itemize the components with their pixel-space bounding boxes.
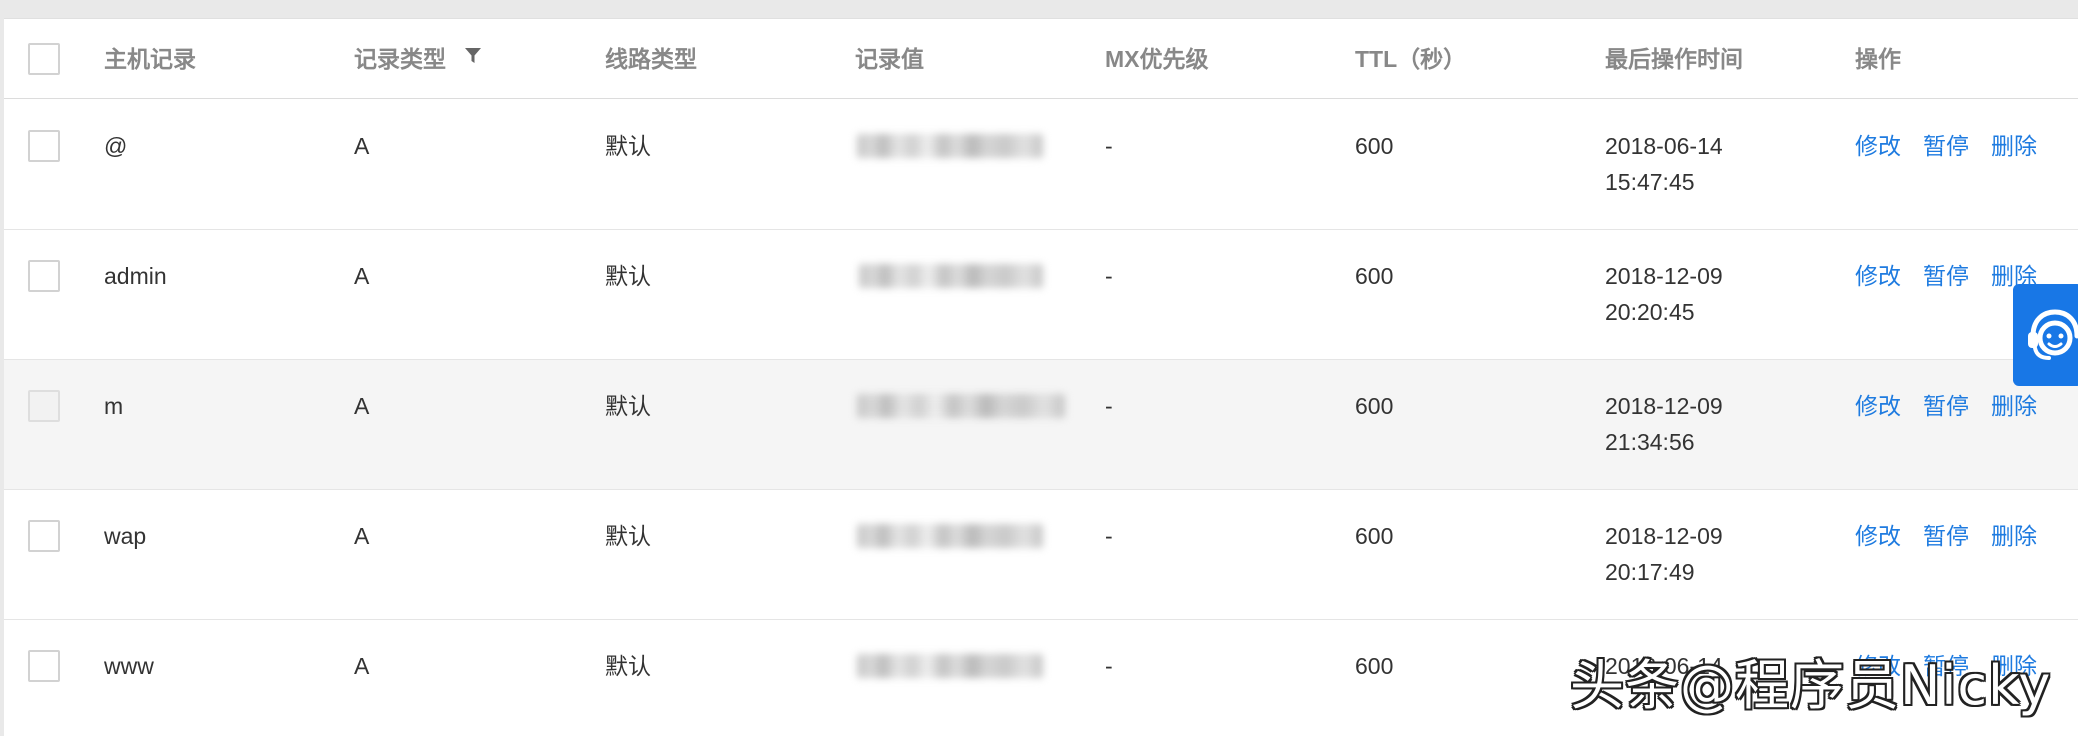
row-checkbox[interactable]	[28, 390, 60, 422]
edit-link[interactable]: 修改	[1855, 258, 1901, 294]
ttl-value: 600	[1355, 393, 1394, 419]
mx-priority: -	[1105, 653, 1113, 679]
table-header: 主机记录 记录类型 线路类型 记录值 MX优先级 TTL（秒） 最后操作时间 操…	[4, 19, 2078, 99]
pause-link[interactable]: 暂停	[1923, 518, 1969, 554]
table-row: admin A 默认 - 600 2018-12-09 20:20:45 修改 …	[4, 230, 2078, 360]
host-record: @	[104, 133, 128, 159]
last-modified-time: 2018-12-09 20:20:45	[1605, 258, 1723, 330]
line-type: 默认	[605, 523, 651, 549]
delete-link[interactable]: 删除	[1991, 128, 2037, 164]
delete-link[interactable]: 删除	[1991, 518, 2037, 554]
row-actions: 修改 暂停 删除	[1855, 388, 2037, 424]
line-type: 默认	[605, 653, 651, 679]
column-header-line-type: 线路类型	[605, 46, 697, 72]
last-modified-clock: 20:17:49	[1605, 559, 1695, 585]
row-checkbox[interactable]	[28, 260, 60, 292]
ttl-value: 600	[1355, 263, 1394, 289]
last-modified-clock: 21:34:56	[1605, 429, 1695, 455]
last-modified-date: 2018-12-09	[1605, 393, 1723, 419]
last-modified-date: 2018-12-09	[1605, 263, 1723, 289]
column-header-record-type[interactable]: 记录类型	[354, 41, 482, 77]
column-header-ttl: TTL（秒）	[1355, 46, 1467, 72]
customer-service-button[interactable]	[2013, 284, 2078, 386]
last-modified-time: 2018-12-09 20:17:49	[1605, 518, 1723, 590]
row-actions: 修改 暂停 删除	[1855, 258, 2037, 294]
column-header-actions: 操作	[1855, 46, 1901, 72]
ttl-value: 600	[1355, 653, 1394, 679]
line-type: 默认	[605, 263, 651, 289]
row-actions: 修改 暂停 删除	[1855, 128, 2037, 164]
watermark-text: 头条@程序员Nicky	[1570, 654, 2052, 717]
mx-priority: -	[1105, 263, 1113, 289]
ttl-value: 600	[1355, 523, 1394, 549]
column-header-record-type-label: 记录类型	[354, 46, 446, 72]
record-type: A	[354, 263, 370, 289]
host-record: wap	[104, 523, 147, 549]
column-header-mx-priority: MX优先级	[1105, 46, 1209, 72]
table-row: wap A 默认 - 600 2018-12-09 20:17:49 修改 暂停…	[4, 490, 2078, 620]
column-header-record-value: 记录值	[855, 46, 924, 72]
record-type: A	[354, 653, 370, 679]
last-modified-clock: 20:20:45	[1605, 299, 1695, 325]
row-actions: 修改 暂停 删除	[1855, 518, 2037, 554]
line-type: 默认	[605, 393, 651, 419]
last-modified-clock: 15:47:45	[1605, 169, 1695, 195]
record-value-redacted	[857, 654, 1043, 678]
last-modified-date: 2018-06-14	[1605, 133, 1723, 159]
record-type: A	[354, 393, 370, 419]
record-value-redacted	[857, 394, 1065, 418]
pause-link[interactable]: 暂停	[1923, 258, 1969, 294]
filter-icon[interactable]	[464, 47, 482, 65]
table-row: @ A 默认 - 600 2018-06-14 15:47:45 修改 暂停 删…	[4, 100, 2078, 230]
pause-link[interactable]: 暂停	[1923, 128, 1969, 164]
record-value-redacted	[859, 264, 1043, 288]
dns-records-table: 主机记录 记录类型 线路类型 记录值 MX优先级 TTL（秒） 最后操作时间 操…	[4, 18, 2078, 736]
last-modified-time: 2018-06-14 15:47:45	[1605, 128, 1723, 200]
record-value-redacted	[857, 524, 1043, 548]
select-all-checkbox[interactable]	[28, 43, 60, 75]
table-row: m A 默认 - 600 2018-12-09 21:34:56 修改 暂停 删…	[4, 360, 2078, 490]
row-checkbox[interactable]	[28, 130, 60, 162]
line-type: 默认	[605, 133, 651, 159]
last-modified-time: 2018-12-09 21:34:56	[1605, 388, 1723, 460]
mx-priority: -	[1105, 133, 1113, 159]
row-checkbox[interactable]	[28, 650, 60, 682]
column-header-host: 主机记录	[104, 46, 196, 72]
record-type: A	[354, 523, 370, 549]
edit-link[interactable]: 修改	[1855, 518, 1901, 554]
record-type: A	[354, 133, 370, 159]
delete-link[interactable]: 删除	[1991, 388, 2037, 424]
row-checkbox[interactable]	[28, 520, 60, 552]
host-record: www	[104, 653, 154, 679]
last-modified-date: 2018-12-09	[1605, 523, 1723, 549]
column-header-last-modified: 最后操作时间	[1605, 46, 1743, 72]
edit-link[interactable]: 修改	[1855, 388, 1901, 424]
mx-priority: -	[1105, 393, 1113, 419]
host-record: admin	[104, 263, 167, 289]
ttl-value: 600	[1355, 133, 1394, 159]
mx-priority: -	[1105, 523, 1113, 549]
customer-service-icon	[2028, 309, 2078, 360]
host-record: m	[104, 393, 124, 419]
record-value-redacted	[857, 134, 1043, 158]
pause-link[interactable]: 暂停	[1923, 388, 1969, 424]
edit-link[interactable]: 修改	[1855, 128, 1901, 164]
